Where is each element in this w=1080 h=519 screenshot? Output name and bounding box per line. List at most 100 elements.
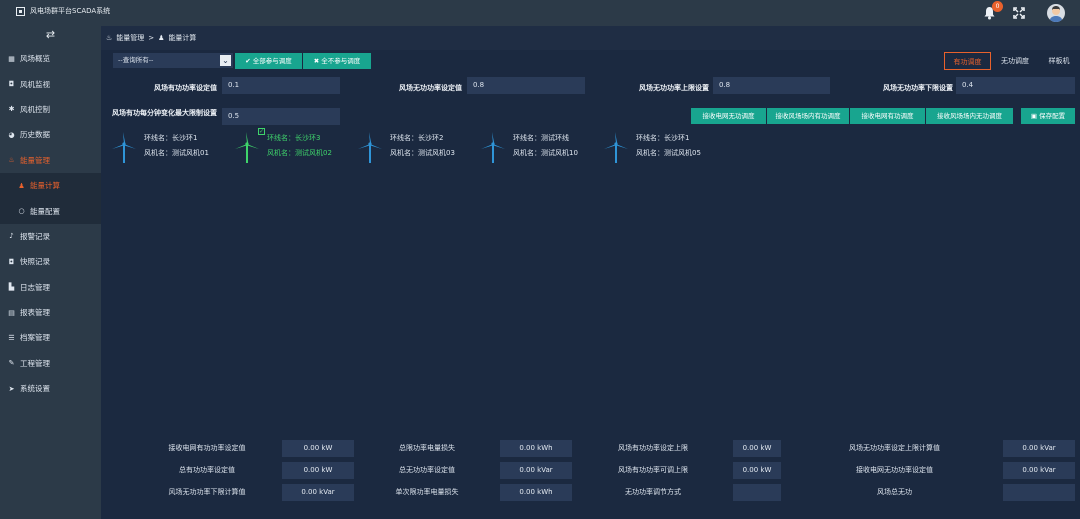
- chevron-down-icon[interactable]: ⌄: [220, 55, 231, 66]
- turbine-card[interactable]: 环线名：测试环线 风机名：测试风机10: [478, 130, 598, 164]
- summary-value: 0.00 kW: [282, 462, 354, 479]
- top-bar: 风电场群平台SCADA系统 0: [0, 0, 1080, 26]
- sidebar-item-turbine-control[interactable]: ✱ 风机控制: [0, 97, 101, 122]
- summary-label: 接收电网有功功率设定值: [168, 444, 246, 452]
- sidebar-item-log[interactable]: ▙ 日志管理: [0, 275, 101, 300]
- active-ramp-limit-label: 风场有功每分钟变化最大限制设置: [112, 109, 217, 117]
- sidebar-item-system[interactable]: ➤ 系统设置: [0, 376, 101, 401]
- summary-value: 0.00 kW: [733, 462, 781, 479]
- active-ramp-limit-input[interactable]: 0.5: [222, 108, 340, 125]
- turbine-ring-label: 环线名：长沙环3: [267, 134, 321, 142]
- sidebar-item-overview[interactable]: ▦ 风场概览: [0, 46, 101, 71]
- breadcrumb-current: 能量计算: [168, 34, 197, 42]
- sidebar-item-archive[interactable]: ☰ 档案管理: [0, 325, 101, 350]
- main-content: ♨ 能量管理 > ♟ 能量计算 --查询所有-- ⌄ ✔ 全部参与调度 ✖ 全不…: [101, 26, 1080, 519]
- tab-reactive-power[interactable]: 无功调度: [994, 52, 1036, 70]
- breadcrumb-parent[interactable]: 能量管理: [116, 33, 144, 43]
- wind-turbine-icon: [112, 132, 136, 163]
- camera-icon: ◘: [8, 80, 15, 89]
- sidebar-item-turbine-monitor[interactable]: ◘ 风机监视: [0, 71, 101, 96]
- wind-turbine-icon: [358, 132, 382, 163]
- summary-value: [733, 484, 781, 501]
- all-join-button[interactable]: ✔ 全部参与调度: [235, 53, 302, 69]
- bell-icon: ♪: [9, 232, 14, 241]
- turbine-name-label: 风机名：测试风机03: [390, 149, 455, 157]
- save-config-button[interactable]: ▣ 保存配置: [1021, 108, 1075, 124]
- sidebar-item-energy-calc[interactable]: ♟ 能量计算: [0, 172, 101, 199]
- wrench-icon: ✎: [8, 359, 15, 368]
- sidebar-item-project[interactable]: ✎ 工程管理: [0, 351, 101, 376]
- sidebar-item-energy-config[interactable]: ○ 能量配置: [0, 198, 101, 224]
- query-select[interactable]: --查询所有-- ⌄: [113, 53, 233, 68]
- sidebar-item-history[interactable]: ◕ 历史数据: [0, 122, 101, 147]
- field-reactive-dispatch-button[interactable]: 接收风场场内无功调度: [926, 108, 1013, 124]
- summary-value: 0.00 kVar: [500, 462, 572, 479]
- grid-active-dispatch-button[interactable]: 接收电网有功调度: [850, 108, 925, 124]
- grid-icon: ▦: [8, 54, 15, 63]
- tab-template-turbine[interactable]: 样板机: [1039, 52, 1079, 70]
- list-icon: ☰: [8, 333, 15, 342]
- summary-label: 无功功率调节方式: [625, 488, 681, 496]
- query-select-value: --查询所有--: [118, 56, 154, 64]
- sidebar-item-energy-management[interactable]: ♨ 能量管理: [0, 148, 101, 173]
- fullscreen-icon[interactable]: [1013, 7, 1025, 19]
- active-power-setpoint-label: 风场有功功率设定值: [154, 84, 217, 92]
- turbine-ring-label: 环线名：测试环线: [513, 134, 569, 142]
- summary-value: 0.00 kWh: [500, 484, 572, 501]
- breadcrumb-separator: >: [148, 34, 155, 42]
- app-title-text: 风电场群平台SCADA系统: [30, 7, 111, 15]
- summary-label: 总限功率电量损失: [399, 444, 455, 452]
- summary-value: 0.00 kVar: [1003, 440, 1075, 457]
- summary-label: 风场总无功: [877, 488, 912, 496]
- summary-value: 0.00 kW: [733, 440, 781, 457]
- notification-badge: 0: [992, 1, 1003, 12]
- user-icon: ♟: [18, 181, 25, 190]
- turbine-card[interactable]: 环线名：长沙环2 风机名：测试风机03: [355, 130, 475, 164]
- summary-label: 风场无功功率设定上限计算值: [849, 444, 940, 452]
- turbine-ring-label: 环线名：长沙环2: [390, 134, 444, 142]
- turbine-ring-label: 环线名：长沙环1: [144, 134, 198, 142]
- reactive-upper-limit-label: 风场无功功率上限设置: [639, 84, 709, 92]
- sidebar-item-snapshot[interactable]: ◘ 快照记录: [0, 249, 101, 274]
- grid-reactive-dispatch-button[interactable]: 接收电网无功调度: [691, 108, 766, 124]
- camera-icon: ◘: [8, 257, 15, 266]
- file-icon: ▙: [8, 283, 15, 292]
- summary-label: 风场有功功率可调上限: [618, 466, 688, 474]
- sidebar-item-report[interactable]: ▤ 报表管理: [0, 300, 101, 325]
- summary-label: 接收电网无功功率设定值: [856, 466, 933, 474]
- sidebar-item-alarm[interactable]: ♪ 报警记录: [0, 224, 101, 249]
- reactive-power-setpoint-input[interactable]: 0.8: [467, 77, 585, 94]
- summary-label: 单次限功率电量损失: [395, 488, 459, 496]
- turbine-name-label: 风机名：测试风机10: [513, 149, 578, 157]
- table-icon: ▤: [8, 308, 15, 317]
- summary-label: 总无功功率设定值: [399, 466, 455, 474]
- user-icon: ♟: [158, 34, 165, 42]
- wind-turbine-icon: [481, 132, 505, 163]
- turbine-card[interactable]: ✓ 环线名：长沙环3 风机名：测试风机02: [232, 128, 352, 164]
- wind-turbine-icon: [604, 132, 628, 163]
- turbine-card[interactable]: 环线名：长沙环1 风机名：测试风机01: [109, 130, 229, 164]
- summary-value: 0.00 kVar: [1003, 462, 1075, 479]
- turbine-card[interactable]: 环线名：长沙环1 风机名：测试风机05: [601, 130, 721, 164]
- reactive-lower-limit-label: 风场无功功率下限设置: [883, 84, 953, 92]
- reactive-upper-limit-input[interactable]: 0.8: [713, 77, 830, 94]
- toolbar: --查询所有-- ⌄ ✔ 全部参与调度 ✖ 全不参与调度: [101, 50, 1080, 71]
- summary-label: 风场无功功率下限计算值: [168, 488, 246, 496]
- breadcrumb: ♨ 能量管理 > ♟ 能量计算: [101, 26, 1080, 50]
- app-title: 风电场群平台SCADA系统: [16, 6, 110, 16]
- circle-icon: ○: [18, 207, 25, 216]
- field-active-dispatch-button[interactable]: 接收风场场内有功调度: [767, 108, 849, 124]
- user-avatar[interactable]: [1047, 4, 1065, 22]
- summary-label: 总有功功率设定值: [179, 466, 235, 474]
- wind-turbine-icon: [235, 132, 259, 163]
- reactive-lower-limit-input[interactable]: 0.4: [956, 77, 1075, 94]
- turbine-name-label: 风机名：测试风机05: [636, 149, 701, 157]
- sidebar-toggle-icon[interactable]: ⇄: [0, 26, 101, 46]
- turbine-name-label: 风机名：测试风机01: [144, 149, 209, 157]
- summary-value: 0.00 kWh: [500, 440, 572, 457]
- all-exclude-button[interactable]: ✖ 全不参与调度: [303, 53, 371, 69]
- tab-active-power[interactable]: 有功调度: [944, 52, 991, 70]
- active-power-setpoint-input[interactable]: 0.1: [222, 77, 340, 94]
- turbine-name-label: 风机名：测试风机02: [267, 149, 332, 157]
- summary-value: 0.00 kW: [282, 440, 354, 457]
